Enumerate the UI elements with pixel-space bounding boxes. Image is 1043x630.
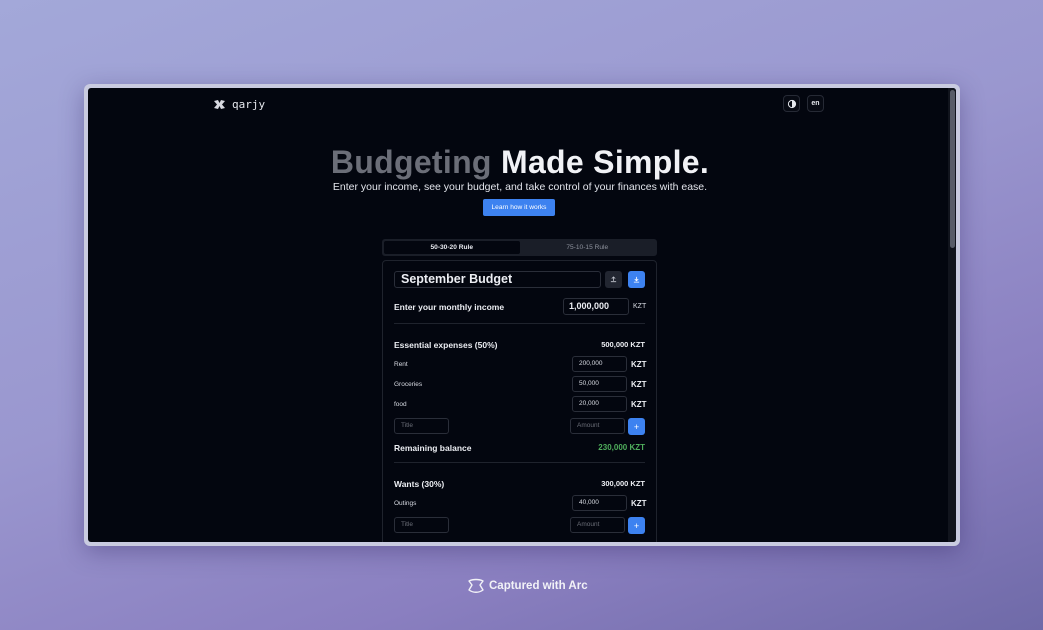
plus-icon: + — [633, 520, 640, 531]
remaining-balance-label: Remaining balance — [394, 443, 472, 453]
theme-toggle-icon — [787, 99, 796, 108]
wants-section-total: 300,000 KZT — [601, 479, 645, 488]
hero-title-muted: Budgeting — [330, 144, 492, 180]
expense-currency: KZT — [631, 400, 647, 409]
rule-tabs: 50-30-20 Rule 75-10-15 Rule — [382, 239, 657, 256]
wants-section-title: Wants (30%) — [394, 479, 445, 489]
browser-window: qarjy en Budgeting Made Simple. Enter yo… — [84, 84, 960, 546]
divider — [394, 323, 645, 324]
logo-icon — [214, 100, 225, 109]
arc-capture-caption: Captured with Arc — [467, 578, 588, 594]
hero-title-bright: Made Simple. — [500, 144, 710, 180]
remaining-balance-value: 230,000 KZT — [598, 443, 645, 452]
want-amount-outings[interactable]: 40,000 — [572, 495, 627, 511]
expense-label-food: food — [394, 401, 407, 408]
add-expense-button[interactable]: + — [628, 418, 645, 435]
arc-logo-icon — [468, 578, 484, 593]
upload-icon — [610, 276, 617, 283]
new-expense-title-input[interactable]: Title — [394, 418, 449, 434]
new-expense-amount-input[interactable]: Amount — [570, 418, 625, 434]
tab-75-10-15[interactable]: 75-10-15 Rule — [520, 241, 656, 254]
arc-caption-text: Captured with Arc — [489, 580, 588, 592]
expense-amount-groceries[interactable]: 50,000 — [572, 376, 627, 392]
learn-how-button[interactable]: Learn how it works — [483, 199, 555, 216]
expense-amount-food[interactable]: 20,000 — [572, 396, 627, 412]
scrollbar-thumb[interactable] — [950, 90, 955, 248]
income-currency: KZT — [633, 303, 647, 310]
language-button[interactable]: en — [807, 95, 824, 112]
add-want-button[interactable]: + — [628, 517, 645, 534]
page-viewport: qarjy en Budgeting Made Simple. Enter yo… — [88, 88, 956, 542]
logo-text: qarjy — [232, 98, 266, 111]
plus-icon: + — [633, 421, 640, 432]
new-want-title-input[interactable]: Title — [394, 517, 449, 533]
expense-amount-rent[interactable]: 200,000 — [572, 356, 627, 372]
income-label: Enter your monthly income — [394, 302, 505, 312]
upload-button[interactable] — [605, 271, 622, 288]
download-button[interactable] — [628, 271, 645, 288]
new-want-amount-input[interactable]: Amount — [570, 517, 625, 533]
expense-label-groceries: Groceries — [394, 381, 423, 388]
hero-title: Budgeting Made Simple. — [88, 144, 952, 181]
essential-section-title: Essential expenses (50%) — [394, 340, 498, 350]
divider — [394, 462, 645, 463]
app-logo[interactable]: qarjy — [213, 98, 265, 111]
want-currency: KZT — [631, 499, 647, 508]
scrollbar[interactable] — [948, 88, 956, 542]
want-label-outings: Outings — [394, 500, 417, 507]
expense-currency: KZT — [631, 360, 647, 369]
expense-currency: KZT — [631, 380, 647, 389]
expense-label-rent: Rent — [394, 361, 408, 368]
budget-title-input[interactable]: September Budget — [394, 271, 601, 288]
essential-section-total: 500,000 KZT — [601, 340, 645, 349]
income-input[interactable]: 1,000,000 — [563, 298, 629, 315]
theme-toggle-button[interactable] — [783, 95, 800, 112]
download-icon — [633, 276, 640, 283]
budget-card: September Budget Enter your monthly inco… — [382, 260, 657, 542]
tab-50-30-20[interactable]: 50-30-20 Rule — [384, 241, 520, 254]
hero-subtitle: Enter your income, see your budget, and … — [332, 181, 708, 193]
